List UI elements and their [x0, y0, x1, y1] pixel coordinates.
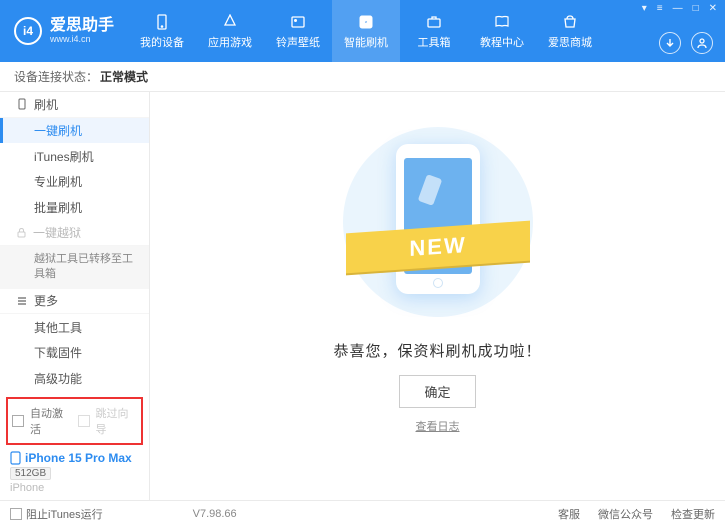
- app-name: 爱思助手: [50, 18, 114, 34]
- nav-apps[interactable]: 应用游戏: [196, 0, 264, 62]
- nav-ringtone[interactable]: 铃声壁纸: [264, 0, 332, 62]
- success-message: 恭喜您，保资料刷机成功啦！: [333, 340, 541, 361]
- main-content: NEW 恭喜您，保资料刷机成功啦！ 确定 查看日志: [150, 92, 725, 500]
- device-name: iPhone 15 Pro Max: [25, 451, 132, 465]
- top-nav: 我的设备 应用游戏 铃声壁纸 智能刷机 工具箱 教程中心 爱思商城: [128, 0, 725, 62]
- sidebar-group-flash[interactable]: 刷机: [0, 92, 149, 118]
- phone-graphic: [396, 144, 480, 294]
- book-icon: [493, 13, 511, 31]
- nav-tutorial[interactable]: 教程中心: [468, 0, 536, 62]
- image-icon: [289, 13, 307, 31]
- store-icon: [561, 13, 579, 31]
- footer: 阻止iTunes运行 V7.98.66 客服 微信公众号 检查更新: [0, 500, 725, 527]
- skip-guide-label: 跳过向导: [96, 405, 138, 437]
- block-itunes-checkbox[interactable]: [10, 508, 22, 520]
- sidebar-item-itunes-flash[interactable]: iTunes刷机: [0, 143, 149, 169]
- lock-icon: [16, 227, 27, 238]
- footer-link-update[interactable]: 检查更新: [671, 506, 715, 522]
- list-icon[interactable]: ≡: [655, 3, 665, 14]
- skip-guide-checkbox[interactable]: [78, 415, 90, 427]
- view-log-link[interactable]: 查看日志: [416, 418, 460, 434]
- success-illustration: NEW: [328, 122, 548, 322]
- nav-my-device[interactable]: 我的设备: [128, 0, 196, 62]
- auto-activate-checkbox[interactable]: [12, 415, 24, 427]
- status-value: 正常模式: [100, 68, 148, 85]
- logo[interactable]: i4 爱思助手 www.i4.cn: [0, 0, 128, 62]
- toolbox-icon: [425, 13, 443, 31]
- block-itunes-label: 阻止iTunes运行: [26, 506, 103, 522]
- sidebar-item-download-firmware[interactable]: 下载固件: [0, 340, 149, 366]
- sidebar-item-pro-flash[interactable]: 专业刷机: [0, 169, 149, 195]
- flash-icon: [357, 13, 375, 31]
- auto-activate-label: 自动激活: [30, 405, 72, 437]
- device-icon: [153, 13, 171, 31]
- more-icon: [16, 295, 28, 307]
- status-label: 设备连接状态：: [14, 68, 98, 85]
- flash-group-icon: [16, 98, 28, 110]
- nav-store[interactable]: 爱思商城: [536, 0, 604, 62]
- user-button[interactable]: [691, 32, 713, 54]
- maximize-icon[interactable]: □: [691, 3, 701, 14]
- nav-flash[interactable]: 智能刷机: [332, 0, 400, 62]
- device-storage: 512GB: [10, 467, 51, 480]
- download-button[interactable]: [659, 32, 681, 54]
- version-label: V7.98.66: [193, 508, 237, 520]
- window-controls: ▾ ≡ — □ ✕: [640, 3, 719, 14]
- footer-link-support[interactable]: 客服: [558, 506, 580, 522]
- sidebar-group-jailbreak: 一键越狱: [0, 220, 149, 246]
- sidebar-item-batch-flash[interactable]: 批量刷机: [0, 194, 149, 220]
- sidebar-item-advanced[interactable]: 高级功能: [0, 365, 149, 391]
- footer-link-wechat[interactable]: 微信公众号: [598, 506, 653, 522]
- phone-icon: [10, 451, 21, 465]
- device-type: iPhone: [10, 482, 139, 494]
- confirm-button[interactable]: 确定: [399, 375, 475, 408]
- nav-toolbox[interactable]: 工具箱: [400, 0, 468, 62]
- jailbreak-moved-notice: 越狱工具已转移至工具箱: [0, 246, 149, 289]
- minimize-icon[interactable]: —: [671, 3, 685, 14]
- menu-icon[interactable]: ▾: [640, 3, 649, 14]
- app-header: i4 爱思助手 www.i4.cn 我的设备 应用游戏 铃声壁纸 智能刷机 工具…: [0, 0, 725, 62]
- sidebar-group-more[interactable]: 更多: [0, 289, 149, 315]
- app-url: www.i4.cn: [50, 34, 114, 44]
- apps-icon: [221, 13, 239, 31]
- close-icon[interactable]: ✕: [707, 3, 719, 14]
- sidebar-item-other-tools[interactable]: 其他工具: [0, 314, 149, 340]
- logo-icon: i4: [14, 17, 42, 45]
- device-info[interactable]: iPhone 15 Pro Max 512GB iPhone: [0, 445, 149, 500]
- connection-status: 设备连接状态： 正常模式: [0, 62, 725, 92]
- sidebar-item-onekey-flash[interactable]: 一键刷机: [0, 118, 149, 144]
- options-row-highlighted: 自动激活 跳过向导: [6, 397, 143, 445]
- sidebar: 刷机 一键刷机 iTunes刷机 专业刷机 批量刷机 一键越狱 越狱工具已转移至…: [0, 92, 150, 500]
